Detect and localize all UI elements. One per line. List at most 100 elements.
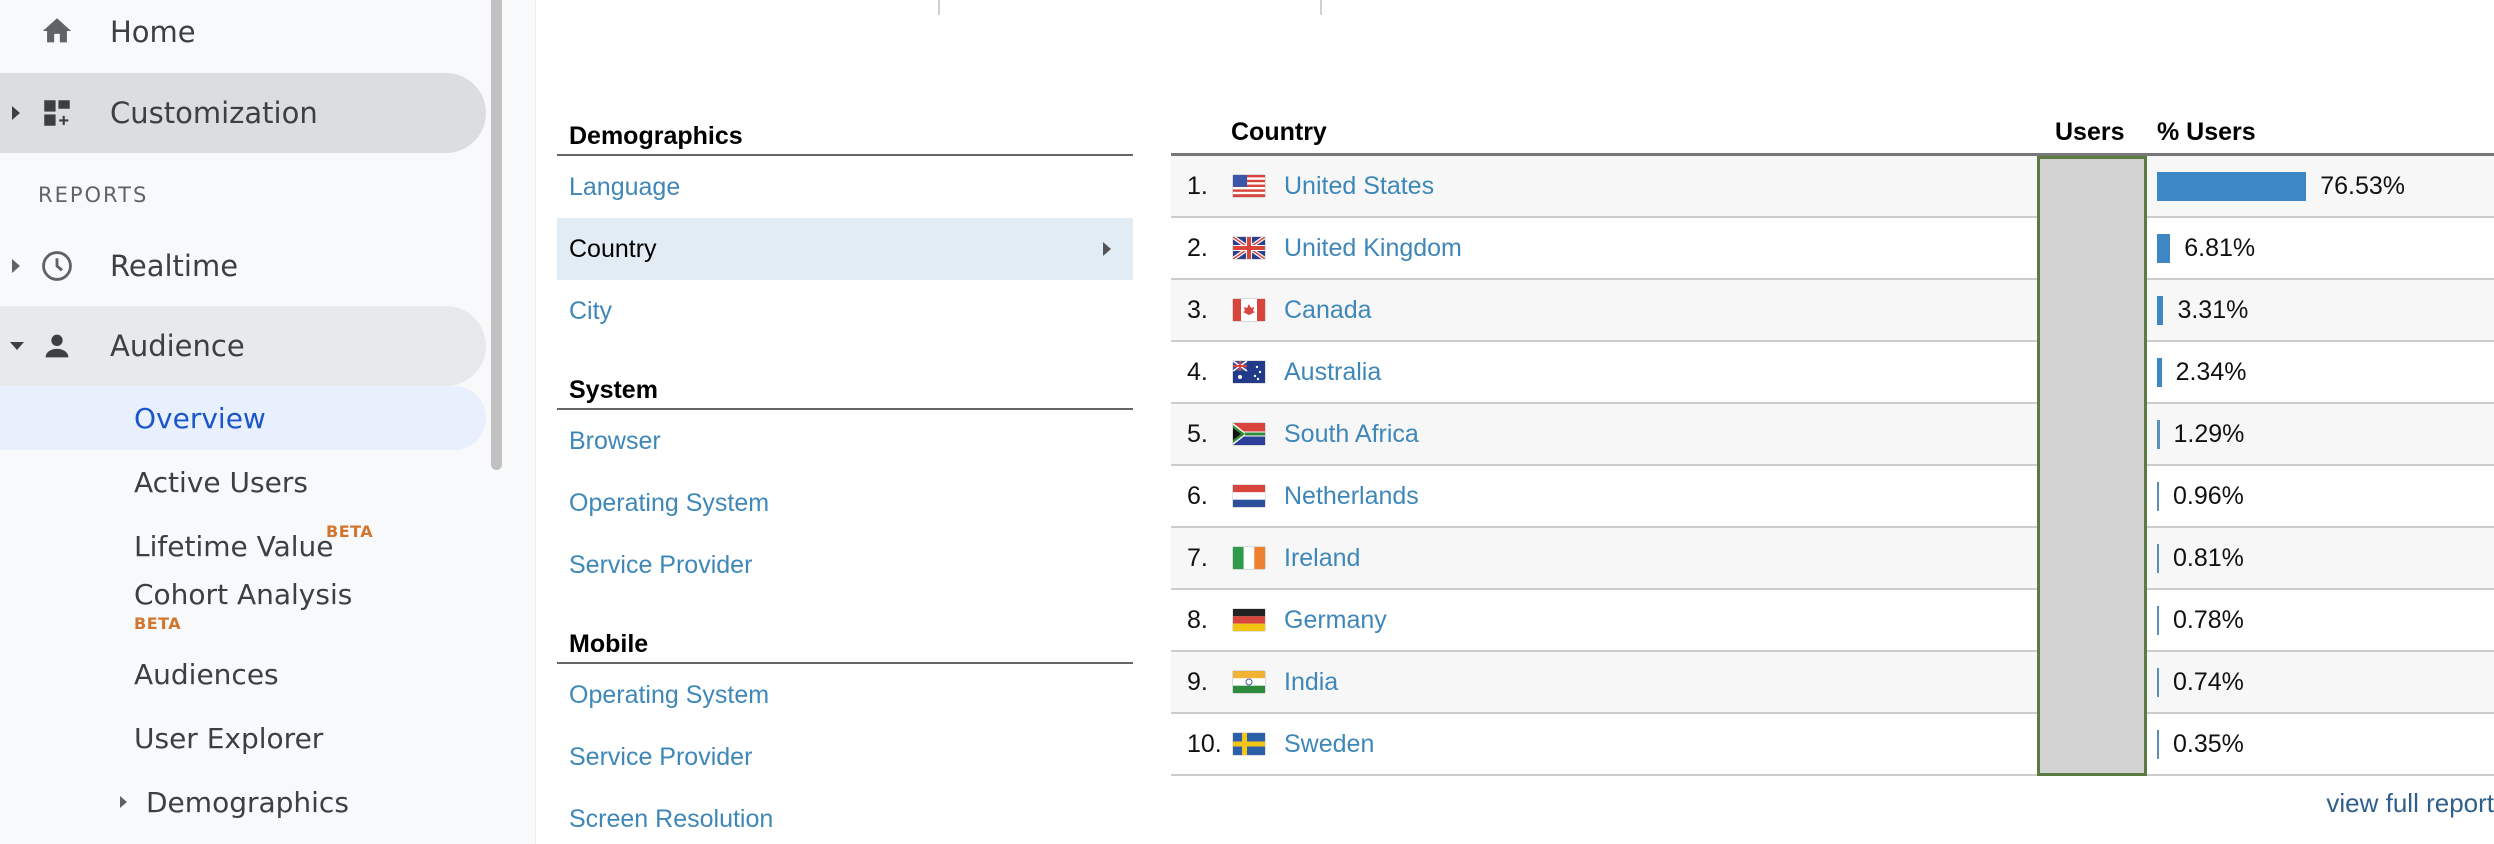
pct-users-bar	[2157, 357, 2162, 387]
dimension-list: Demographics Language Country City Syste…	[557, 112, 1133, 844]
uk-flag-icon	[1233, 237, 1265, 259]
country-link[interactable]: South Africa	[1284, 420, 1419, 449]
sidebar-item-label: Demographics	[146, 785, 349, 819]
pct-users-bar	[2157, 543, 2159, 573]
pct-users-bar	[2157, 233, 2171, 263]
dimension-link-operating-system[interactable]: Operating System	[557, 472, 1133, 534]
table-row: 2. United Kingdom 6.81%	[1171, 218, 2494, 280]
country-table: Country Users % Users 1. United States 76.…	[1171, 112, 2494, 818]
country-link[interactable]: Canada	[1284, 296, 1372, 325]
sweden-flag-icon	[1233, 733, 1265, 755]
pct-users-value: 2.34%	[2175, 357, 2247, 386]
view-full-report-link[interactable]: view full report	[2326, 788, 2494, 819]
dimension-link-label: Country	[569, 234, 657, 263]
dimension-link-city[interactable]: City	[557, 280, 1133, 342]
us-flag-icon	[1233, 175, 1265, 197]
country-link[interactable]: Ireland	[1284, 544, 1360, 573]
pct-users-value: 1.29%	[2173, 419, 2245, 448]
row-rank: 9.	[1187, 667, 1208, 696]
pct-users-value: 76.53%	[2320, 171, 2406, 200]
pct-users-bar	[2157, 729, 2159, 759]
row-rank: 2.	[1187, 233, 1208, 262]
country-link[interactable]: Sweden	[1284, 730, 1374, 759]
pct-users-bar	[2157, 481, 2159, 511]
sidebar-item-realtime[interactable]: Realtime	[0, 226, 486, 306]
pct-users-bar	[2157, 171, 2307, 201]
pct-users-value: 0.78%	[2173, 605, 2244, 634]
dimension-link-browser[interactable]: Browser	[557, 410, 1133, 472]
pct-users-bar	[2157, 295, 2164, 325]
pct-users-value: 0.81%	[2173, 543, 2244, 572]
dashboard-add-icon	[44, 100, 70, 126]
table-row: 8. Germany 0.78%	[1171, 590, 2494, 652]
expand-caret-icon	[12, 106, 20, 120]
tab-divider	[938, 0, 940, 15]
dimension-group-heading: Mobile	[557, 620, 1133, 664]
collapse-caret-icon	[10, 342, 24, 350]
users-column-redacted	[2037, 156, 2147, 776]
india-flag-icon	[1233, 671, 1265, 693]
sidebar-scrollbar[interactable]	[491, 0, 502, 470]
table-row: 5. South Africa 1.29%	[1171, 404, 2494, 466]
report-content: Demographics Language Country City Syste…	[537, 0, 2494, 844]
pct-users-bar	[2157, 605, 2159, 635]
sidebar-item-label: Audiences	[134, 657, 279, 691]
country-link[interactable]: United Kingdom	[1284, 234, 1462, 263]
column-header-users[interactable]: Users	[2055, 118, 2125, 147]
pct-users-value: 3.31%	[2177, 295, 2249, 324]
table-row: 7. Ireland 0.81%	[1171, 528, 2494, 590]
sidebar-item-home[interactable]: Home	[0, 0, 486, 72]
column-header-pct-users[interactable]: % Users	[2157, 118, 2256, 147]
australia-flag-icon	[1233, 361, 1265, 383]
sidebar-item-customization[interactable]: Customization	[0, 73, 486, 153]
pct-users-value: 0.96%	[2173, 481, 2244, 510]
sidebar-item-active-users[interactable]: Active Users	[0, 450, 486, 514]
sidebar-item-lifetime-value[interactable]: Lifetime Value BETA	[0, 514, 486, 578]
sidebar-item-overview[interactable]: Overview	[0, 386, 486, 450]
country-link[interactable]: United States	[1284, 172, 1434, 201]
sidebar-item-demographics[interactable]: Demographics	[0, 770, 486, 834]
selected-arrow-icon	[1103, 242, 1111, 256]
table-row: 10. Sweden 0.35%	[1171, 714, 2494, 776]
sidebar-item-label: Cohort Analysis	[134, 578, 353, 611]
dimension-link-mobile-service-provider[interactable]: Service Provider	[557, 726, 1133, 788]
expand-caret-icon	[120, 796, 127, 808]
beta-badge: BETA	[326, 522, 374, 541]
table-header: Country Users % Users	[1171, 112, 2494, 156]
sidebar-item-audiences[interactable]: Audiences	[0, 642, 486, 706]
table-row: 6. Netherlands 0.96%	[1171, 466, 2494, 528]
row-rank: 5.	[1187, 419, 1208, 448]
beta-badge: BETA	[134, 614, 182, 633]
ireland-flag-icon	[1233, 547, 1265, 569]
pct-users-value: 6.81%	[2184, 233, 2256, 262]
sidebar-item-label: User Explorer	[134, 721, 324, 755]
clock-icon	[42, 251, 72, 281]
dimension-link-service-provider[interactable]: Service Provider	[557, 534, 1133, 596]
column-header-country[interactable]: Country	[1231, 118, 1327, 147]
dimension-link-mobile-operating-system[interactable]: Operating System	[557, 664, 1133, 726]
sidebar-item-cohort-analysis[interactable]: Cohort Analysis BETA	[0, 574, 486, 638]
pct-users-value: 0.35%	[2173, 729, 2244, 758]
table-body: 1. United States 76.53% 2. United Kingdom 6.8…	[1171, 156, 2494, 776]
sidebar-item-label: Lifetime Value	[134, 529, 334, 563]
row-rank: 1.	[1187, 171, 1208, 200]
table-row: 4. Australia 2.34%	[1171, 342, 2494, 404]
dimension-link-screen-resolution[interactable]: Screen Resolution	[557, 788, 1133, 844]
table-row: 1. United States 76.53%	[1171, 156, 2494, 218]
country-link[interactable]: Netherlands	[1284, 482, 1419, 511]
table-row: 3. Canada 3.31%	[1171, 280, 2494, 342]
sidebar-item-audience[interactable]: Audience	[0, 306, 486, 386]
country-link[interactable]: Germany	[1284, 606, 1387, 635]
dimension-group-heading: Demographics	[557, 112, 1133, 156]
dimension-link-language[interactable]: Language	[557, 156, 1133, 218]
sidebar-item-label: Overview	[134, 401, 266, 435]
pct-users-bar	[2157, 419, 2160, 449]
netherlands-flag-icon	[1233, 485, 1265, 507]
dimension-link-country[interactable]: Country	[557, 218, 1133, 280]
sidebar-item-user-explorer[interactable]: User Explorer	[0, 706, 486, 770]
expand-caret-icon	[12, 259, 20, 273]
country-link[interactable]: India	[1284, 668, 1338, 697]
south-africa-flag-icon	[1233, 423, 1265, 445]
row-rank: 8.	[1187, 605, 1208, 634]
country-link[interactable]: Australia	[1284, 358, 1381, 387]
